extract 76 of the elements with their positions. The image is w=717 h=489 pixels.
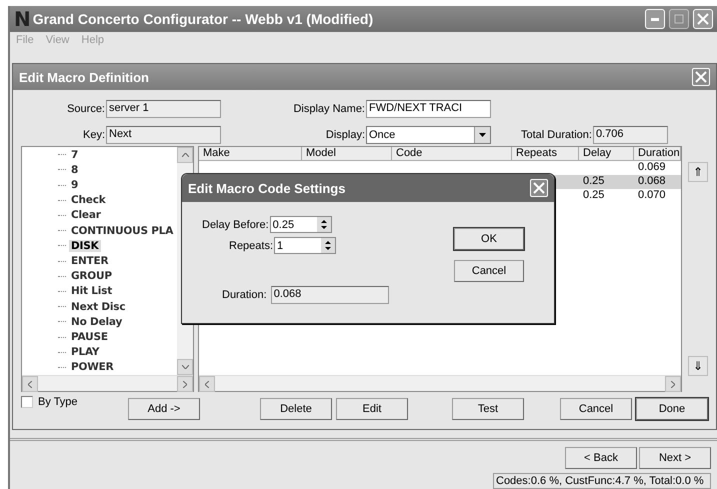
repeats-spinner[interactable]: 1 (274, 237, 336, 254)
delay-spinner[interactable]: 0.25 (270, 216, 332, 233)
tree-item[interactable]: PAUSE (58, 329, 177, 345)
tree-item[interactable]: Check (58, 192, 177, 208)
close-button[interactable] (693, 9, 713, 29)
scroll-up-icon[interactable] (177, 147, 193, 163)
source-field[interactable]: server 1 (106, 100, 221, 118)
tree-item[interactable]: Clear (58, 208, 177, 224)
key-field[interactable]: Next (106, 126, 221, 144)
table-cell-text: 0.068 (637, 175, 667, 187)
table-cell-text: 0.25 (582, 175, 606, 187)
dialog-button[interactable]: Cancel (454, 260, 524, 282)
dialog-button[interactable]: Test (452, 398, 524, 420)
minimize-button[interactable] (645, 9, 665, 29)
tree-item[interactable]: 9 (58, 177, 177, 193)
tree-item[interactable]: No Delay (58, 314, 177, 330)
tree-item[interactable]: POWER (58, 360, 177, 375)
scroll-down-icon[interactable] (177, 359, 193, 375)
field-label: Display: (326, 129, 365, 141)
close-button[interactable] (692, 68, 710, 86)
column-header[interactable]: Model (302, 147, 392, 161)
column-header[interactable]: Duration (634, 147, 681, 161)
field-label: Source: (67, 103, 105, 115)
tree-item[interactable]: DISK (58, 238, 177, 254)
nav-button[interactable]: < Back (565, 447, 637, 469)
tree-item[interactable]: Hit List (58, 284, 177, 300)
dialog-button[interactable]: Edit (336, 398, 408, 420)
status-bar: Codes:0.6 %, CustFunc:4.7 %, Total:0.0 % (493, 473, 711, 489)
total-duration-field: 0.706 (592, 126, 668, 144)
duration-field: 0.068 (270, 286, 389, 304)
maximize-button[interactable] (669, 9, 689, 29)
field-label: Total Duration: (521, 129, 592, 141)
window-title: Grand Concerto Configurator -- Webb v1 (Modified) (32, 11, 374, 27)
scroll-left-icon[interactable] (199, 376, 215, 392)
dialog-button[interactable]: Delete (260, 398, 332, 420)
tree-item[interactable]: 8 (58, 162, 177, 178)
nav-button[interactable]: Next > (639, 447, 711, 469)
tree-item[interactable]: 7 (58, 147, 177, 162)
tree-item[interactable]: ENTER (58, 253, 177, 269)
dialog-button[interactable]: OK (454, 228, 524, 250)
column-header[interactable]: Delay (579, 147, 634, 161)
dialog-title: Edit Macro Code Settings (188, 180, 346, 196)
dialog-button[interactable]: Add -> (128, 398, 200, 420)
scroll-right-icon[interactable] (665, 376, 681, 392)
move-up-button[interactable]: ⇑ (688, 162, 708, 182)
table-cell-text: 0.069 (637, 161, 667, 173)
tree-item[interactable]: CONTINUOUS PLA (58, 223, 177, 238)
table-cell-text: 0.25 (582, 189, 606, 201)
field-label: Key: (82, 129, 105, 141)
dialog-button[interactable]: Done (636, 398, 708, 420)
checkbox-label: By Type (38, 396, 78, 408)
app-logo: N (14, 7, 29, 31)
field-label: Display Name: (293, 103, 365, 115)
column-header[interactable]: Code (392, 147, 512, 161)
scroll-right-icon[interactable] (177, 376, 193, 392)
column-header[interactable]: Make (199, 147, 302, 161)
close-button[interactable] (530, 179, 548, 197)
display-dropdown[interactable]: Once (366, 126, 491, 144)
tree-item[interactable]: PLAY (58, 344, 177, 360)
table-cell-text: 0.070 (637, 189, 667, 201)
field-label: Delay Before: (202, 218, 269, 230)
spin-arrows-icon[interactable] (321, 238, 336, 253)
column-header[interactable]: Repeats (512, 147, 579, 161)
tree-item[interactable]: GROUP (58, 268, 177, 284)
maximize-icon (674, 14, 684, 24)
field-label: Duration: (222, 289, 268, 301)
scroll-left-icon[interactable] (22, 376, 38, 392)
move-down-button[interactable]: ⇓ (688, 356, 708, 376)
minimize-icon (651, 18, 659, 20)
spin-arrows-icon[interactable] (316, 217, 331, 232)
checkbox[interactable] (21, 396, 33, 408)
dialog-button[interactable]: Cancel (560, 398, 632, 420)
display-name-field[interactable]: FWD/NEXT TRACI (366, 100, 491, 118)
tree-item[interactable]: Next Disc (58, 299, 177, 314)
field-label: Repeats: (229, 240, 274, 252)
dialog-title: Edit Macro Definition (19, 70, 150, 84)
